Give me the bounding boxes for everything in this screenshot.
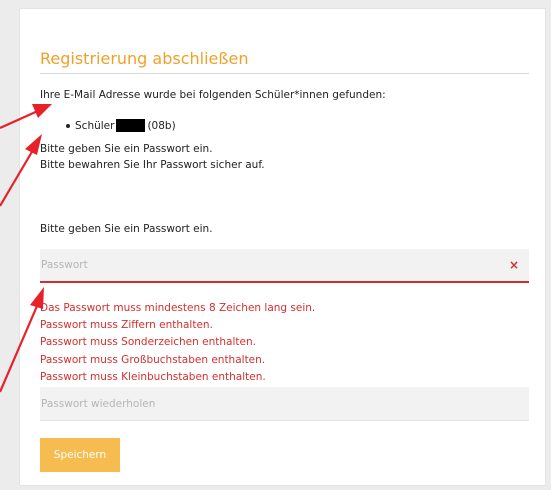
page-background: Registrierung abschließen Ihre E-Mail Ad… (0, 0, 551, 490)
student-class: (08b) (147, 119, 176, 132)
error-special-chars: Passwort muss Sonderzeichen enthalten. (40, 336, 256, 349)
registration-card: Registrierung abschließen Ihre E-Mail Ad… (19, 8, 546, 486)
password-field: × (40, 249, 529, 283)
repeat-password-field (40, 387, 529, 421)
repeat-password-input[interactable] (40, 387, 529, 420)
error-lowercase: Passwort muss Kleinbuchstaben enthalten. (40, 370, 266, 383)
error-digits: Passwort muss Ziffern enthalten. (40, 319, 213, 332)
error-uppercase: Passwort muss Großbuchstaben enthalten. (40, 353, 266, 366)
close-icon[interactable]: × (509, 259, 519, 271)
password-label: Bitte geben Sie ein Passwort ein. (40, 223, 213, 235)
found-text: Ihre E-Mail Adresse wurde bei folgenden … (40, 89, 386, 101)
student-list-item: Schüler (08b) (66, 119, 176, 132)
bullet-icon (66, 123, 70, 128)
page-title: Registrierung abschließen (40, 49, 249, 68)
redacted-name-box (116, 119, 146, 132)
student-prefix: Schüler (75, 119, 115, 132)
save-button[interactable]: Speichern (40, 438, 120, 472)
title-divider (40, 73, 529, 74)
password-input[interactable] (40, 249, 529, 281)
instruction-line-1: Bitte geben Sie ein Passwort ein. (40, 143, 213, 155)
password-error-list: Das Passwort muss mindestens 8 Zeichen l… (40, 300, 315, 386)
instruction-line-2: Bitte bewahren Sie Ihr Passwort sicher a… (40, 159, 265, 171)
error-min-length: Das Passwort muss mindestens 8 Zeichen l… (40, 302, 316, 314)
